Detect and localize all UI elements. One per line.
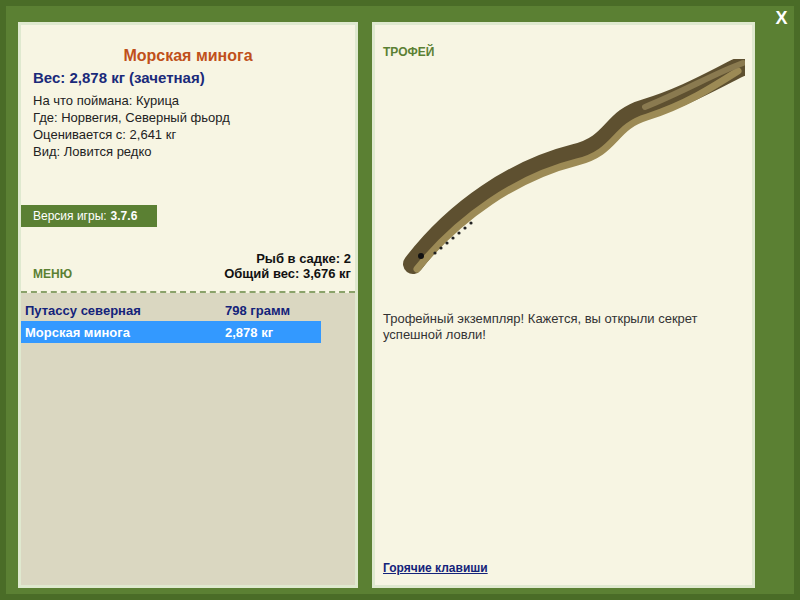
menu-button[interactable]: МЕНЮ (33, 267, 72, 281)
catch-list: Путассу северная798 граммМорская минога2… (21, 293, 355, 585)
trophy-label: ТРОФЕЙ (383, 45, 744, 59)
fish-detail: На что поймана: Курица (33, 92, 343, 109)
keepnet-total: Общий вес: 3,676 кг (224, 266, 351, 281)
catch-weight: 2,878 кг (225, 325, 317, 340)
menu-row: МЕНЮ Рыб в садке: 2Общий вес: 3,676 кг (21, 227, 355, 293)
catch-name: Морская минога (25, 325, 225, 340)
fish-weight: Вес: 2,878 кг (зачетная) (33, 69, 343, 86)
trophy-message: Трофейный экземпляр! Кажется, вы открыли… (383, 311, 744, 343)
catch-row[interactable]: Путассу северная798 грамм (21, 299, 321, 321)
fish-details: На что поймана: КурицаГде: Норвегия, Сев… (33, 92, 343, 160)
fish-panel: Морская минога Вес: 2,878 кг (зачетная) На… (18, 22, 358, 588)
fish-detail: Где: Норвегия, Северный фьорд (33, 109, 343, 126)
version-label: Версия игры: (33, 209, 107, 223)
fish-detail: Вид: Ловится редко (33, 143, 343, 160)
game-version: Версия игры: 3.7.6 (21, 205, 157, 227)
trophy-panel: ТРОФЕЙ Трофейный экземпляр! Кажется, вы о… (372, 22, 755, 588)
lamprey-icon (395, 59, 745, 289)
version-value: 3.7.6 (111, 209, 138, 223)
catch-weight: 798 грамм (225, 303, 317, 318)
hotkeys-link[interactable]: Горячие клавиши (383, 561, 744, 575)
catch-name: Путассу северная (25, 303, 225, 318)
keepnet-summary: Рыб в садке: 2Общий вес: 3,676 кг (224, 251, 351, 281)
fish-info: Морская минога Вес: 2,878 кг (зачетная) На… (21, 25, 355, 197)
fish-name: Морская минога (33, 47, 343, 65)
keepnet-count: Рыб в садке: 2 (224, 251, 351, 266)
close-button[interactable]: X (775, 8, 787, 588)
fish-detail: Оценивается с: 2,641 кг (33, 126, 343, 143)
fish-info-window: Морская минога Вес: 2,878 кг (зачетная) На… (0, 0, 800, 600)
close-column: X (769, 22, 794, 588)
catch-row[interactable]: Морская минога2,878 кг (21, 321, 321, 343)
